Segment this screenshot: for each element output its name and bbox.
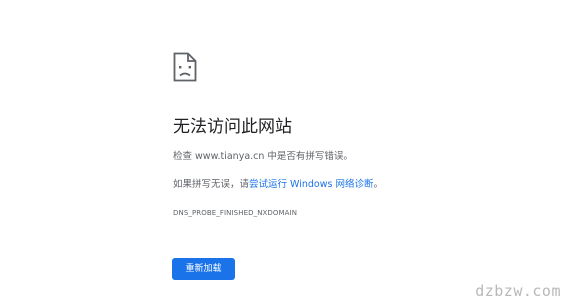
domain-name: www.tianya.cn xyxy=(195,151,265,162)
network-diagnostics-link[interactable]: 尝试运行 Windows 网络诊断 xyxy=(249,179,373,190)
page-title: 无法访问此网站 xyxy=(173,117,292,137)
suggestion-suffix: 。 xyxy=(373,179,383,190)
error-code: DNS_PROBE_FINISHED_NXDOMAIN xyxy=(173,209,298,217)
suggestion-message: 如果拼写无误，请尝试运行 Windows 网络诊断。 xyxy=(173,178,383,192)
check-suffix: 中是否有拼写错误。 xyxy=(264,151,353,162)
watermark: dzbzw.com xyxy=(475,282,561,300)
check-prefix: 检查 xyxy=(173,151,196,162)
reload-button[interactable]: 重新加载 xyxy=(172,258,235,280)
spelling-check-message: 检查 www.tianya.cn 中是否有拼写错误。 xyxy=(173,150,353,164)
sad-page-icon xyxy=(173,52,197,82)
suggestion-prefix: 如果拼写无误，请 xyxy=(173,179,250,190)
